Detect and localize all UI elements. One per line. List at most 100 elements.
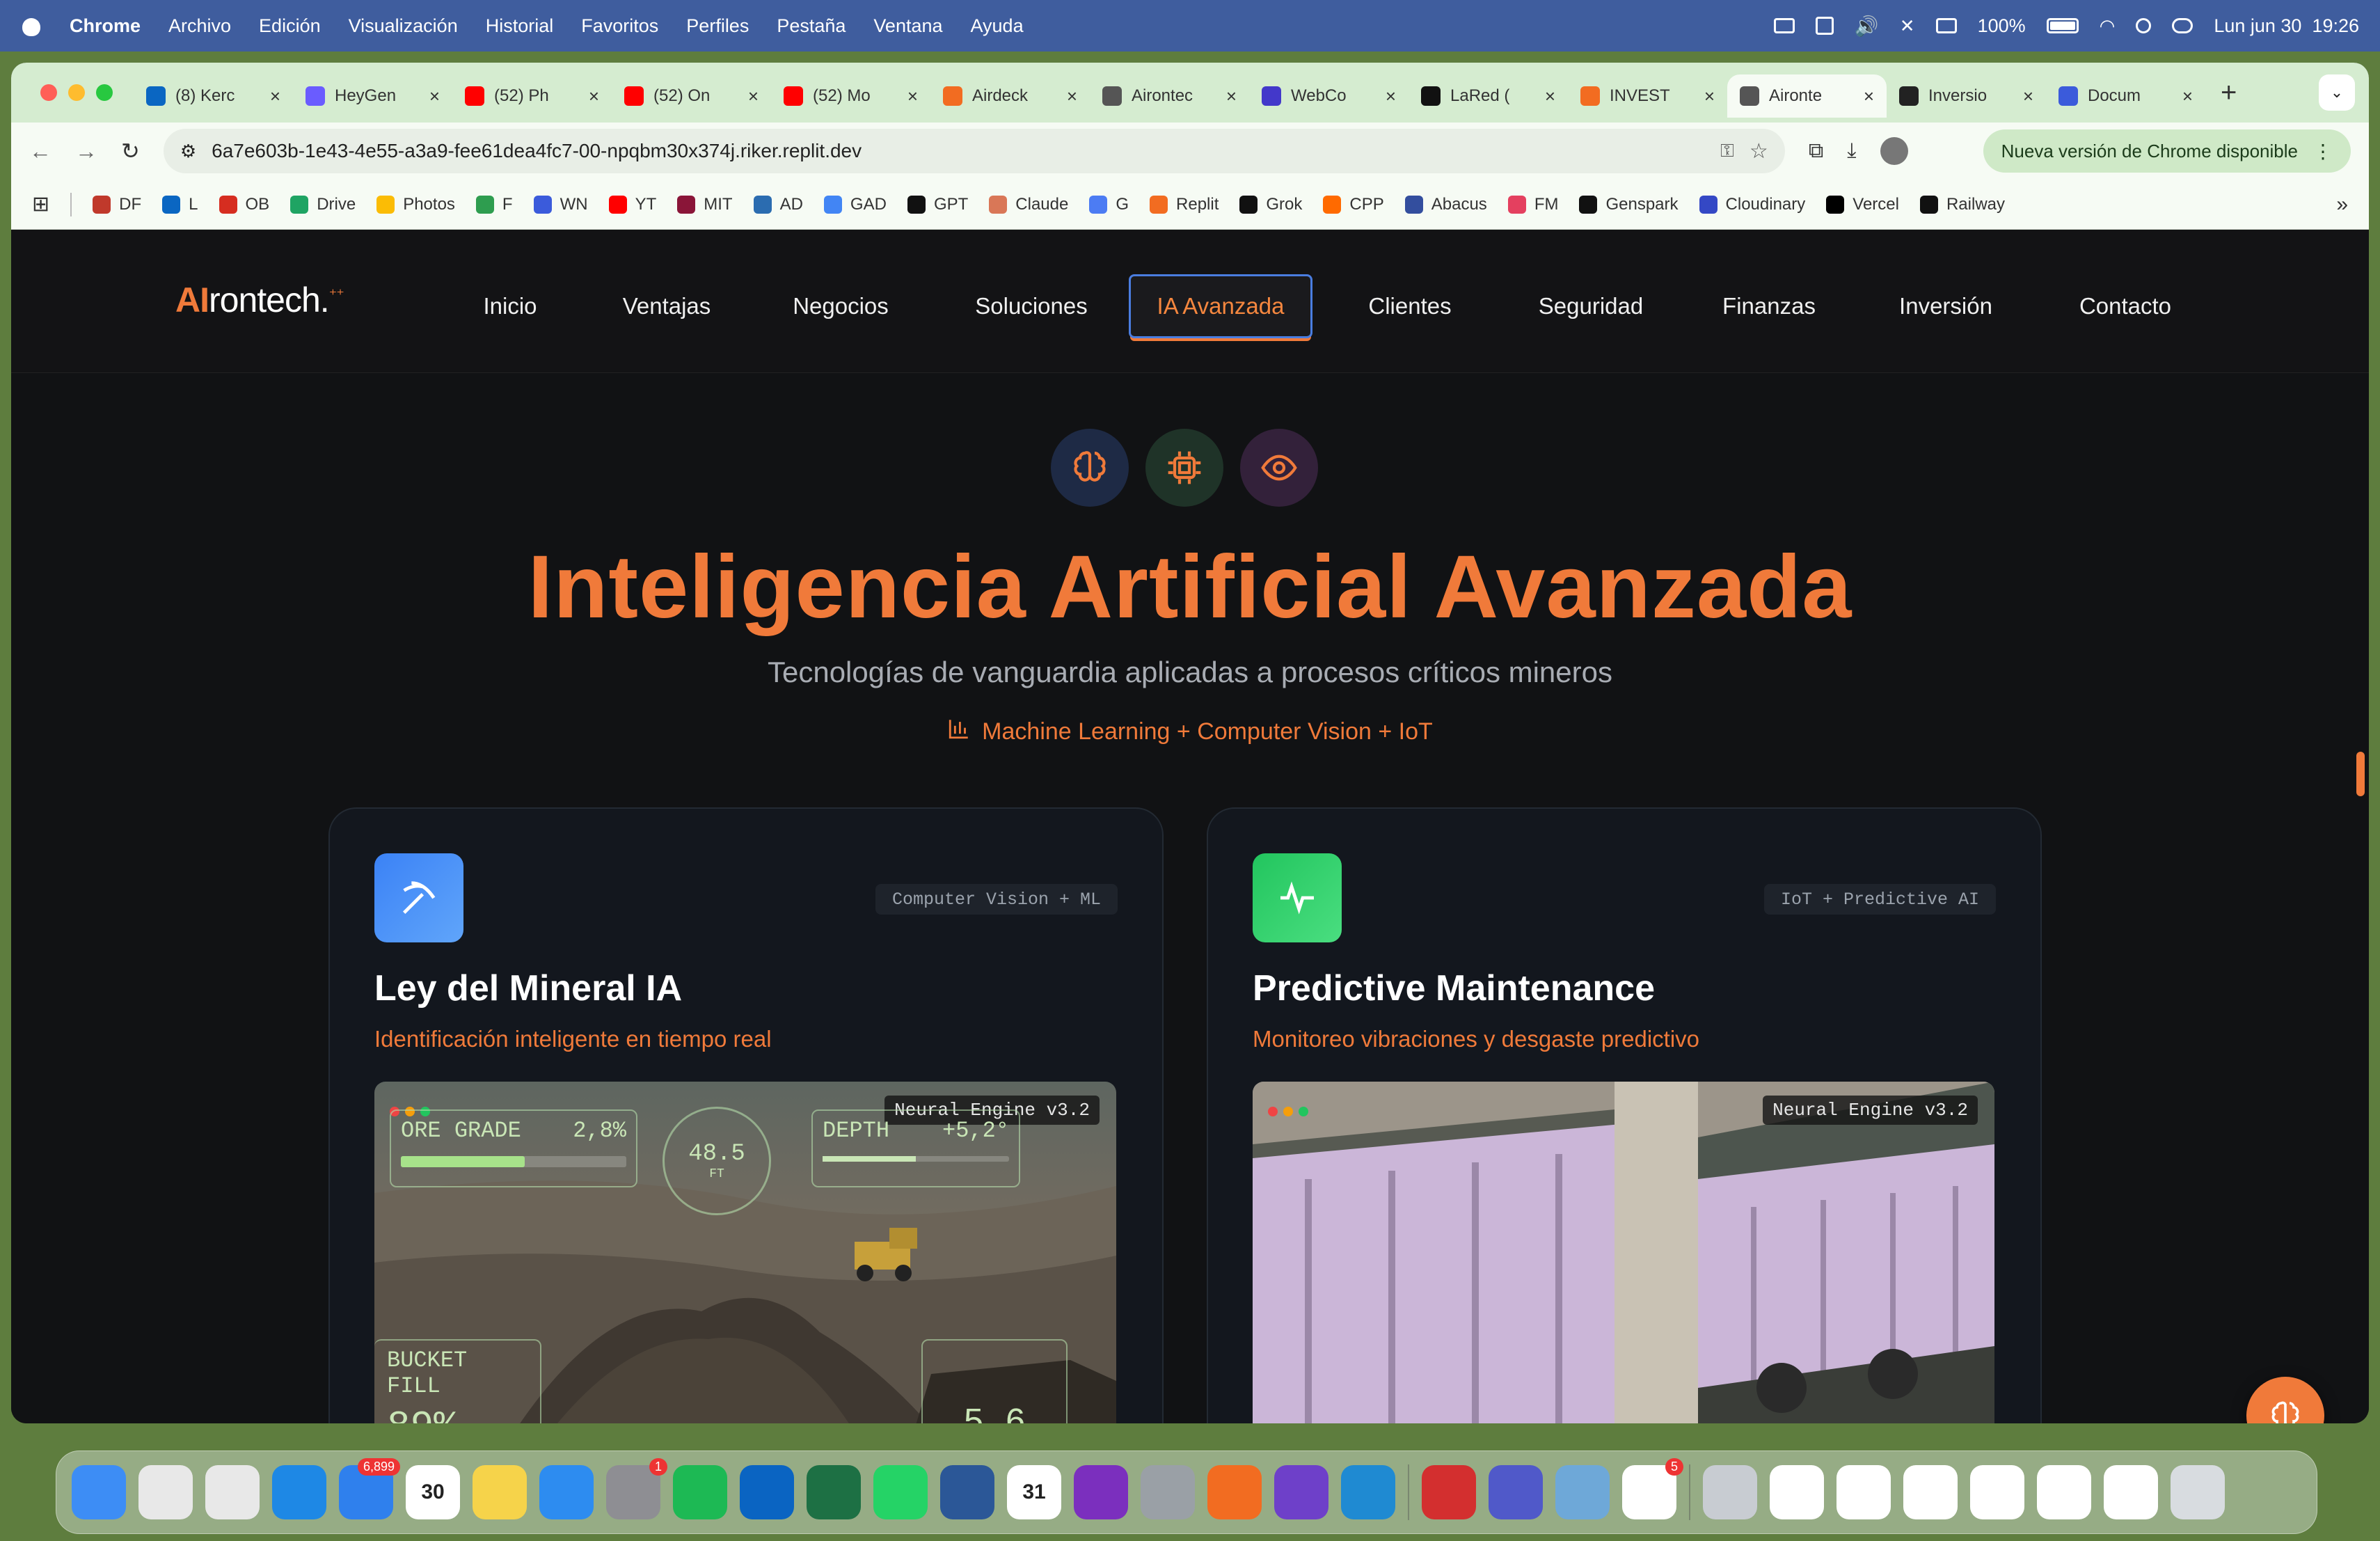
dock-keynote-icon[interactable]	[539, 1465, 594, 1519]
menu-item[interactable]: Ventana	[873, 15, 942, 37]
dock-doc-2-icon[interactable]	[1836, 1465, 1891, 1519]
close-tab-icon[interactable]: ×	[1864, 86, 1874, 107]
dock-screen-recorder-icon[interactable]	[1074, 1465, 1128, 1519]
dock-doc-6-icon[interactable]	[2104, 1465, 2158, 1519]
close-tab-icon[interactable]: ×	[1386, 86, 1396, 107]
close-tab-icon[interactable]: ×	[1704, 86, 1715, 107]
dock-calendar-icon[interactable]: 30	[406, 1465, 460, 1519]
close-tab-icon[interactable]: ×	[907, 86, 918, 107]
menu-item[interactable]: Edición	[259, 15, 321, 37]
volume-icon[interactable]: 🔊	[1855, 15, 1879, 38]
nav-item-seguridad[interactable]: Seguridad	[1521, 274, 1660, 338]
dock-doc-1-icon[interactable]	[1770, 1465, 1824, 1519]
dock-notes-icon[interactable]	[473, 1465, 527, 1519]
forward-icon[interactable]: →	[75, 139, 97, 164]
more-menu-icon[interactable]: ⋮	[2313, 140, 2333, 163]
new-tab-button[interactable]: +	[2221, 77, 2237, 109]
dock-doc-5-icon[interactable]	[2037, 1465, 2091, 1519]
browser-tab[interactable]: WebCo ×	[1249, 74, 1409, 118]
dock-preview-icon[interactable]	[1555, 1465, 1610, 1519]
browser-tab[interactable]: HeyGen ×	[293, 74, 452, 118]
nav-item-ventajas[interactable]: Ventajas	[604, 274, 729, 338]
drive-status-icon[interactable]	[1815, 17, 1834, 35]
browser-tab[interactable]: Docum ×	[2046, 74, 2205, 118]
dock-whatsapp-icon[interactable]	[873, 1465, 928, 1519]
bookmark-item[interactable]: FM	[1507, 195, 1558, 214]
nav-item-clientes[interactable]: Clientes	[1354, 274, 1466, 338]
battery-icon[interactable]	[2046, 18, 2079, 33]
bookmark-item[interactable]: Drive	[290, 195, 356, 214]
nav-item-contacto[interactable]: Contacto	[2056, 274, 2195, 338]
nav-item-inicio[interactable]: Inicio	[465, 274, 555, 338]
close-window-button[interactable]	[40, 84, 57, 101]
password-key-icon[interactable]: ⚿	[1720, 140, 1734, 162]
dock-fantastical-icon[interactable]: 31	[1007, 1465, 1061, 1519]
scroll-indicator[interactable]	[2356, 752, 2365, 796]
bookmark-item[interactable]: Replit	[1150, 195, 1219, 214]
browser-tab[interactable]: Aironte ×	[1727, 74, 1887, 118]
menu-item[interactable]: Archivo	[168, 15, 231, 37]
extensions-icon[interactable]: ⧉	[1809, 139, 1823, 163]
dock-doc-4-icon[interactable]	[1970, 1465, 2024, 1519]
dock-mail-icon[interactable]: 6,899	[339, 1458, 400, 1519]
bookmark-item[interactable]: Vercel	[1826, 195, 1899, 214]
close-tab-icon[interactable]: ×	[1545, 86, 1555, 107]
close-tab-icon[interactable]: ×	[1226, 86, 1237, 107]
dock-replit-icon[interactable]	[1207, 1465, 1262, 1519]
browser-tab[interactable]: Airdeck ×	[930, 74, 1090, 118]
menu-item[interactable]: Ayuda	[971, 15, 1024, 37]
bookmark-star-icon[interactable]: ☆	[1750, 139, 1768, 164]
dock-github-desktop-icon[interactable]	[1274, 1465, 1328, 1519]
dock-safari-icon[interactable]	[272, 1465, 326, 1519]
dock-folder-icon[interactable]	[1703, 1465, 1757, 1519]
dock-vscode-icon[interactable]	[1341, 1465, 1395, 1519]
control-center-icon[interactable]	[2172, 18, 2193, 33]
menu-item[interactable]: Historial	[486, 15, 554, 37]
tab-search-button[interactable]: ⌄	[2319, 74, 2355, 111]
browser-tab[interactable]: (52) Mo ×	[771, 74, 930, 118]
url-text[interactable]: 6a7e603b-1e43-4e55-a3a9-fee61dea4fc7-00-…	[212, 140, 1705, 162]
bookmark-item[interactable]: Genspark	[1579, 195, 1679, 214]
chrome-update-button[interactable]: Nueva versión de Chrome disponible ⋮	[1983, 129, 2351, 173]
more-bookmarks-icon[interactable]: »	[2336, 193, 2348, 216]
browser-tab[interactable]: Inversio ×	[1887, 74, 2046, 118]
bookmark-item[interactable]: DF	[93, 195, 141, 214]
browser-tab[interactable]: LaRed (×	[1409, 74, 1568, 118]
browser-tab[interactable]: (52) Ph ×	[452, 74, 612, 118]
dock-excel-icon[interactable]	[807, 1465, 861, 1519]
bookmark-item[interactable]: Photos	[376, 195, 455, 214]
bookmark-item[interactable]: GPT	[907, 195, 968, 214]
close-tab-icon[interactable]: ×	[270, 86, 280, 107]
dock-iphone-mirroring-icon[interactable]	[1141, 1465, 1195, 1519]
site-info-icon[interactable]: ⚙	[180, 141, 196, 162]
menu-item[interactable]: Perfiles	[686, 15, 749, 37]
clock[interactable]: Lun jun 30 19:26	[2214, 15, 2359, 37]
site-logo[interactable]: AIrontech.⁺⁺	[175, 280, 344, 320]
nav-item-soluciones[interactable]: Soluciones	[955, 274, 1108, 338]
nav-item-finanzas[interactable]: Finanzas	[1706, 274, 1832, 338]
profile-avatar[interactable]	[1880, 137, 1908, 165]
screen-icon[interactable]	[1773, 18, 1795, 33]
apps-grid-icon[interactable]: ⊞	[32, 192, 49, 216]
bookmark-item[interactable]: OB	[219, 195, 269, 214]
bookmark-item[interactable]: AD	[753, 195, 803, 214]
address-bar[interactable]: ⚙ 6a7e603b-1e43-4e55-a3a9-fee61dea4fc7-0…	[163, 129, 1785, 173]
dock-photos-icon[interactable]: 5	[1622, 1458, 1683, 1519]
dock-outlook-icon[interactable]	[740, 1465, 794, 1519]
menu-item[interactable]: Favoritos	[581, 15, 658, 37]
dock-settings-icon[interactable]: 1	[606, 1458, 667, 1519]
browser-tab[interactable]: Airontec ×	[1090, 74, 1249, 118]
dock-word-icon[interactable]	[940, 1465, 994, 1519]
minimize-window-button[interactable]	[68, 84, 85, 101]
wifi-icon[interactable]: ◠	[2100, 15, 2116, 37]
dock-teams-icon[interactable]	[1489, 1465, 1543, 1519]
dock-finder-icon[interactable]	[72, 1465, 126, 1519]
bookmark-item[interactable]: F	[475, 195, 513, 214]
search-icon[interactable]	[2136, 18, 2152, 33]
bookmark-item[interactable]: YT	[608, 195, 656, 214]
bluetooth-icon[interactable]: ✕	[1900, 15, 1915, 37]
dock-spotify-icon[interactable]	[673, 1465, 727, 1519]
close-tab-icon[interactable]: ×	[589, 86, 599, 107]
close-tab-icon[interactable]: ×	[1067, 86, 1077, 107]
bookmark-item[interactable]: L	[162, 195, 198, 214]
